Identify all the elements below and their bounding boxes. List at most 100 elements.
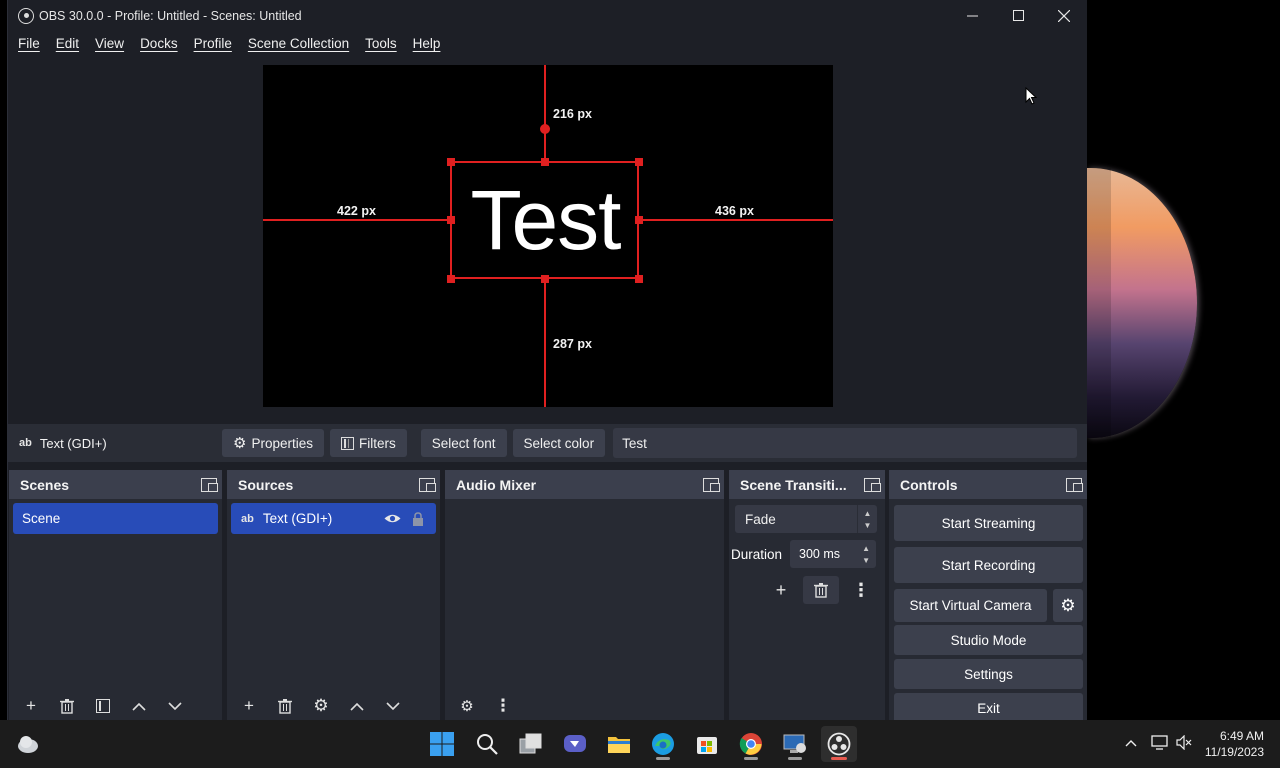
eye-icon[interactable]: [384, 513, 401, 524]
close-button[interactable]: [1041, 0, 1087, 31]
transition-select[interactable]: Fade ▲ ▼: [735, 505, 877, 533]
edge-browser-button[interactable]: [645, 726, 681, 762]
studio-mode-button[interactable]: Studio Mode: [894, 625, 1083, 655]
menu-tools[interactable]: Tools: [357, 36, 405, 51]
filters-button[interactable]: Filters: [329, 429, 407, 457]
resize-handle-tc[interactable]: [541, 158, 549, 166]
menu-profile[interactable]: Profile: [186, 36, 240, 51]
task-view-button[interactable]: [513, 726, 549, 762]
add-source-button[interactable]: +: [231, 693, 267, 719]
remove-scene-button[interactable]: [49, 693, 85, 719]
obs-logo-icon: [18, 7, 34, 24]
exit-button[interactable]: Exit: [894, 693, 1083, 723]
lock-icon[interactable]: [412, 511, 424, 526]
start-button[interactable]: [424, 726, 460, 762]
scene-transitions-dock-title: Scene Transiti...: [740, 476, 847, 493]
network-icon[interactable]: [1151, 735, 1168, 753]
move-source-down-button[interactable]: [375, 693, 411, 719]
undock-icon[interactable]: [864, 477, 881, 492]
resize-handle-br[interactable]: [635, 275, 643, 283]
menu-file[interactable]: File: [10, 36, 48, 51]
sources-dock: Sources ab Text (GDI+) + ⚙: [227, 470, 440, 720]
maximize-button[interactable]: [995, 0, 1041, 31]
title-bar[interactable]: OBS 30.0.0 - Profile: Untitled - Scenes:…: [8, 0, 1087, 31]
audio-mixer-menu-button[interactable]: ⋮: [485, 693, 521, 719]
menu-scene-collection[interactable]: Scene Collection: [240, 36, 357, 51]
chevron-down-icon: [386, 701, 400, 710]
resize-handle-tr[interactable]: [635, 158, 643, 166]
virtual-camera-settings-button[interactable]: ⚙: [1053, 589, 1083, 622]
menu-view[interactable]: View: [87, 36, 132, 51]
minimize-button[interactable]: [949, 0, 995, 31]
transition-menu-button[interactable]: ⋮: [843, 576, 879, 604]
plus-icon: +: [26, 696, 36, 715]
widgets-button[interactable]: [10, 726, 46, 762]
undock-icon[interactable]: [201, 477, 218, 492]
volume-muted-icon[interactable]: [1176, 734, 1192, 753]
resize-handle-tl[interactable]: [447, 158, 455, 166]
add-transition-button[interactable]: +: [763, 576, 799, 604]
weather-cloud-icon: [18, 736, 38, 753]
guide-right-label: 436 px: [715, 204, 754, 218]
obs-studio-button[interactable]: [821, 726, 857, 762]
preview-area: 216 px 422 px 436 px 287 px Test: [8, 56, 1087, 420]
select-color-label: Select color: [523, 435, 595, 451]
preview-canvas[interactable]: 216 px 422 px 436 px 287 px Test: [263, 65, 833, 407]
gear-icon: ⚙: [233, 435, 247, 452]
advanced-audio-properties-button[interactable]: ⚙: [449, 693, 485, 719]
text-input[interactable]: Test: [613, 428, 1077, 458]
undock-icon[interactable]: [419, 477, 436, 492]
select-color-button[interactable]: Select color: [512, 429, 606, 457]
source-properties-button[interactable]: ⚙: [303, 693, 339, 719]
sources-dock-header: Sources: [227, 470, 440, 499]
add-scene-button[interactable]: +: [13, 693, 49, 719]
clock-time: 6:49 AM: [1219, 729, 1264, 743]
start-recording-button[interactable]: Start Recording: [894, 547, 1083, 583]
duration-label: Duration: [731, 546, 783, 562]
remove-source-button[interactable]: [267, 693, 303, 719]
active-indicator: [831, 757, 847, 760]
plus-icon: +: [775, 579, 787, 600]
select-font-label: Select font: [431, 435, 496, 451]
menu-bar: File Edit View Docks Profile Scene Colle…: [8, 31, 1087, 56]
start-virtual-camera-button[interactable]: Start Virtual Camera: [894, 589, 1047, 622]
scene-filters-button[interactable]: [85, 693, 121, 719]
undock-icon[interactable]: [703, 477, 720, 492]
spin-arrows-icon[interactable]: ▲ ▼: [858, 540, 874, 567]
move-scene-up-button[interactable]: [121, 693, 157, 719]
settings-button[interactable]: Settings: [894, 659, 1083, 689]
filters-icon: [96, 699, 110, 713]
duration-spinbox[interactable]: 300 ms ▲ ▼: [790, 540, 877, 568]
resize-handle-bc[interactable]: [541, 275, 549, 283]
scene-list-item[interactable]: Scene: [13, 503, 218, 534]
resize-handle-ml[interactable]: [447, 216, 455, 224]
start-streaming-button[interactable]: Start Streaming: [894, 505, 1083, 541]
start-recording-label: Start Recording: [941, 557, 1036, 573]
selection-box[interactable]: [450, 161, 639, 279]
properties-button[interactable]: ⚙ Properties: [222, 429, 324, 457]
system-clock[interactable]: 6:49 AM 11/19/2023: [1205, 728, 1264, 760]
move-scene-down-button[interactable]: [157, 693, 193, 719]
menu-edit[interactable]: Edit: [48, 36, 87, 51]
remove-transition-button[interactable]: [803, 576, 839, 604]
store-icon: [697, 737, 717, 754]
microsoft-store-button[interactable]: [689, 726, 725, 762]
text-source-icon: ab: [19, 437, 32, 449]
search-button[interactable]: [469, 726, 505, 762]
close-icon: [1058, 9, 1070, 22]
resize-handle-bl[interactable]: [447, 275, 455, 283]
teams-chat-button[interactable]: [557, 726, 593, 762]
show-hidden-icons-chevron-icon[interactable]: [1125, 734, 1137, 750]
select-font-button[interactable]: Select font: [420, 429, 507, 457]
file-explorer-button[interactable]: [601, 726, 637, 762]
chevron-down-icon: [168, 701, 182, 710]
undock-icon[interactable]: [1066, 477, 1083, 492]
move-source-up-button[interactable]: [339, 693, 375, 719]
resize-handle-mr[interactable]: [635, 216, 643, 224]
remote-desktop-button[interactable]: [777, 726, 813, 762]
source-list-item[interactable]: ab Text (GDI+): [231, 503, 436, 534]
menu-help[interactable]: Help: [405, 36, 449, 51]
controls-dock-title: Controls: [900, 476, 958, 493]
menu-docks[interactable]: Docks: [132, 36, 186, 51]
chrome-browser-button[interactable]: [733, 726, 769, 762]
